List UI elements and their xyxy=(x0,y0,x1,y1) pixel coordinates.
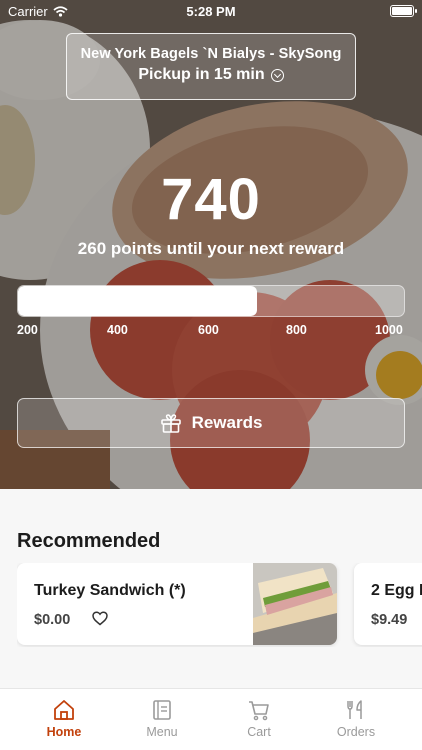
tick-label: 800 xyxy=(286,323,307,337)
points-until-reward: 260 points until your next reward xyxy=(77,239,345,258)
points-balance: 740 xyxy=(161,167,261,232)
store-selector-button[interactable]: New York Bagels `N Bialys - SkySong Pick… xyxy=(66,33,356,100)
gift-icon xyxy=(160,414,181,433)
tab-orders[interactable]: Orders xyxy=(306,689,406,750)
status-time: 5:28 PM xyxy=(186,4,236,19)
tick-label: 400 xyxy=(107,323,128,337)
cart-icon xyxy=(249,701,269,721)
menu-icon xyxy=(153,700,171,720)
orders-icon xyxy=(347,700,362,719)
tick-label: 600 xyxy=(198,323,219,337)
tab-cart-label: Cart xyxy=(247,725,271,739)
tab-orders-label: Orders xyxy=(336,725,376,739)
tick-label: 1000 xyxy=(375,323,403,337)
tab-menu[interactable]: Menu xyxy=(112,689,212,750)
chevron-down-icon xyxy=(270,68,284,82)
tab-home-label: Home xyxy=(46,725,82,739)
progress-tick-labels: 200 400 600 800 1000 xyxy=(17,323,405,339)
tick-label: 200 xyxy=(17,323,38,337)
item-name: Turkey Sandwich (*) xyxy=(34,582,186,599)
pickup-label: Pickup in 15 min xyxy=(138,66,265,83)
item-price: $0.00 xyxy=(34,612,71,628)
tab-home[interactable]: Home xyxy=(14,689,114,750)
bottom-tab-bar: Home Menu Cart Orders xyxy=(0,688,422,750)
store-name: New York Bagels `N Bialys - SkySong xyxy=(80,46,342,62)
recommended-title: Recommended xyxy=(17,530,161,552)
rewards-button-label: Rewards xyxy=(191,413,263,432)
recommended-item-card[interactable]: Turkey Sandwich (*) $0.00 xyxy=(17,563,337,645)
home-icon xyxy=(54,700,74,720)
battery-icon xyxy=(390,5,417,17)
recommended-carousel[interactable]: Turkey Sandwich (*) $0.00 2 Egg B $9.49 xyxy=(17,563,422,647)
item-price: $9.49 xyxy=(371,612,408,628)
favorite-heart-icon[interactable] xyxy=(92,611,108,626)
tab-cart[interactable]: Cart xyxy=(209,689,309,750)
rewards-progress-bar xyxy=(17,285,405,317)
status-bar: Carrier 5:28 PM xyxy=(0,0,422,22)
turkey-sandwich-image xyxy=(253,563,337,645)
pickup-time: Pickup in 15 min xyxy=(138,66,284,84)
item-name: 2 Egg B xyxy=(371,582,422,599)
tab-menu-label: Menu xyxy=(146,725,178,739)
rewards-button[interactable]: Rewards xyxy=(17,398,405,448)
recommended-item-card[interactable]: 2 Egg B $9.49 xyxy=(354,563,422,645)
rewards-progress-fill xyxy=(18,286,258,316)
